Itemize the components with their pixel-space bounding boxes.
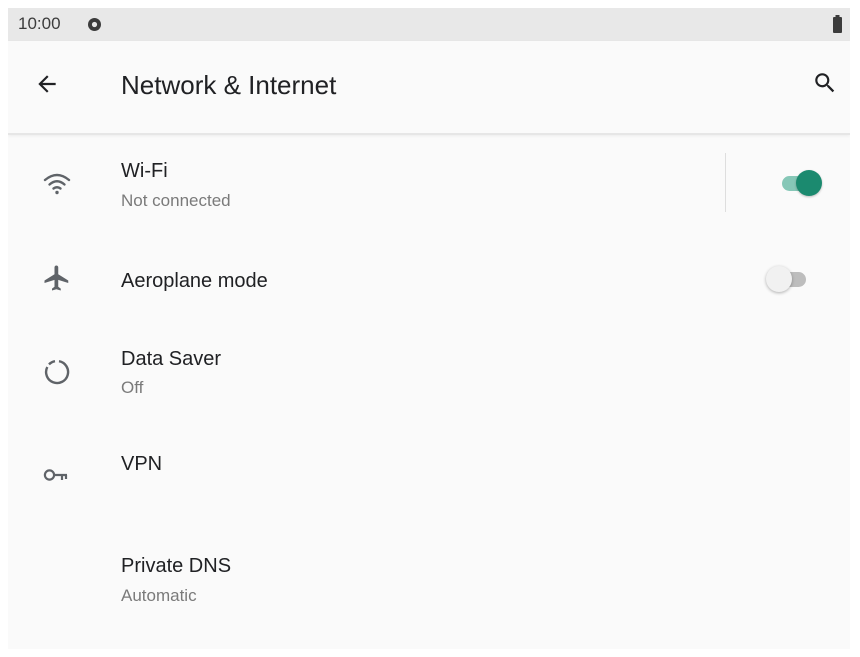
wifi-title: Wi-Fi <box>121 160 168 182</box>
aeroplane-mode-toggle[interactable] <box>766 266 810 292</box>
aeroplane-mode-title: Aeroplane mode <box>121 270 268 292</box>
setting-wifi[interactable]: Wi-Fi Not connected <box>8 135 850 225</box>
private-dns-status: Automatic <box>121 586 197 605</box>
status-bar: 10:00 <box>8 8 850 41</box>
setting-private-dns[interactable]: Private DNS Automatic <box>8 530 850 620</box>
setting-vpn[interactable]: VPN <box>8 425 850 515</box>
page-title: Network & Internet <box>121 70 337 100</box>
wifi-toggle-thumb <box>796 170 822 196</box>
arrow-left-icon[interactable] <box>34 71 60 97</box>
setting-data-saver[interactable]: Data Saver Off <box>8 325 850 415</box>
data-saver-icon <box>44 360 70 385</box>
app-bar: Network & Internet <box>8 41 850 135</box>
wifi-toggle[interactable] <box>778 170 822 196</box>
wifi-icon <box>43 173 71 195</box>
status-time: 10:00 <box>18 14 61 33</box>
aeroplane-toggle-thumb <box>766 266 792 292</box>
airplane-icon <box>44 265 69 291</box>
data-saver-status: Off <box>121 378 144 397</box>
row-divider <box>725 153 726 212</box>
battery-icon <box>833 15 842 33</box>
vpn-key-icon <box>43 469 68 481</box>
wifi-status: Not connected <box>121 191 231 210</box>
private-dns-title: Private DNS <box>121 555 232 577</box>
circle-dot-icon <box>88 18 101 31</box>
vpn-title: VPN <box>121 453 163 475</box>
data-saver-title: Data Saver <box>121 348 222 370</box>
android-screen: 10:00 Network & Internet Wi-Fi Not conne… <box>8 8 850 649</box>
setting-aeroplane-mode[interactable]: Aeroplane mode <box>8 230 850 318</box>
search-icon[interactable] <box>812 70 838 96</box>
